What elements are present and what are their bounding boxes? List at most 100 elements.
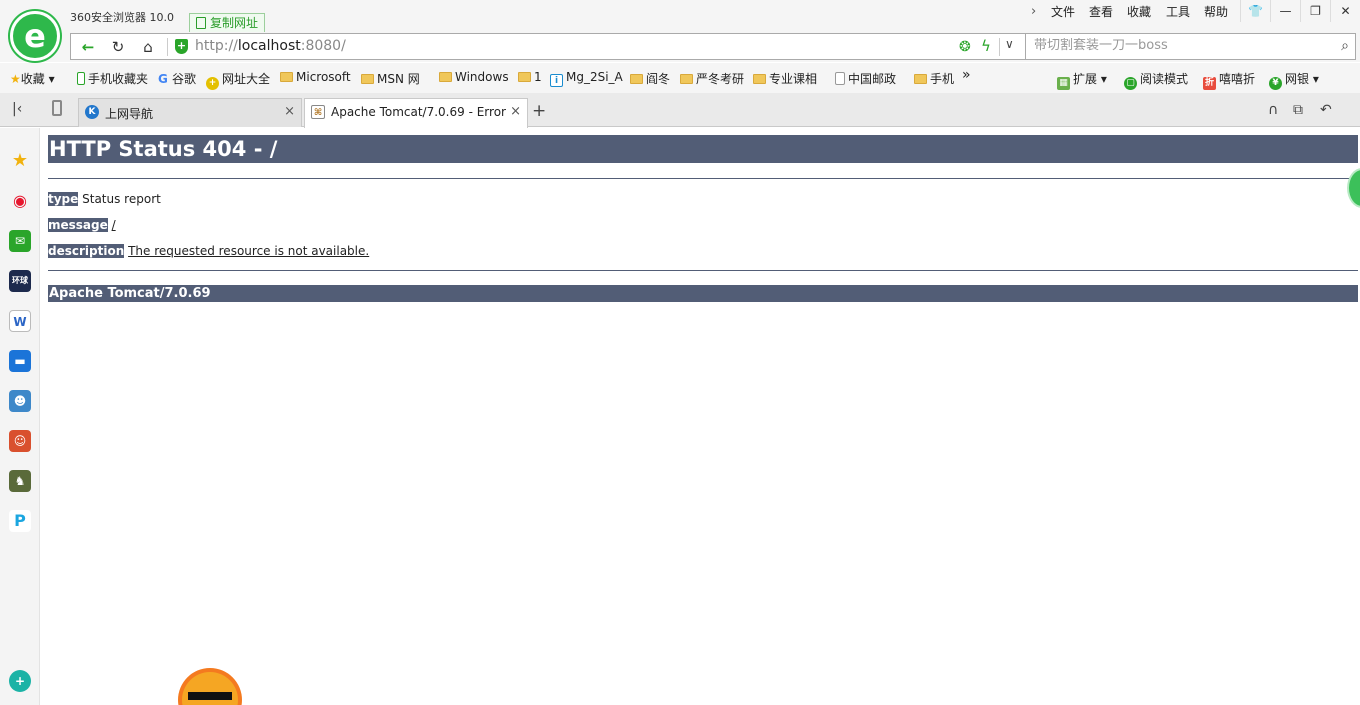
type-row: type Status report bbox=[48, 186, 1358, 212]
word-document-icon[interactable]: W bbox=[9, 310, 31, 332]
navigation-bar: ← ↻ ⌂ + http://localhost:8080/ ❂ ϟ ∨ ⌕ bbox=[0, 32, 1360, 62]
bookmarks-overflow-button[interactable]: » bbox=[962, 67, 971, 83]
menu-help[interactable]: 帮助 bbox=[1204, 3, 1228, 20]
close-button[interactable]: ✕ bbox=[1330, 0, 1360, 22]
copy-url-button[interactable]: 复制网址 bbox=[189, 13, 266, 33]
description-value: The requested resource is not available. bbox=[128, 244, 370, 258]
mobile-icon[interactable] bbox=[52, 100, 62, 116]
mail-icon[interactable]: ✉ bbox=[9, 230, 31, 252]
folder-icon bbox=[680, 74, 693, 84]
bookmark-item[interactable]: G 谷歌 bbox=[158, 70, 196, 87]
bookmark-item[interactable]: + 网址大全 bbox=[206, 70, 270, 90]
discount-button[interactable]: 折嘻嘻折 bbox=[1203, 70, 1255, 90]
page-content: HTTP Status 404 - / type Status report m… bbox=[48, 135, 1358, 302]
home-icon[interactable]: ⌂ bbox=[135, 37, 161, 57]
grid-icon: ▦ bbox=[1057, 77, 1070, 90]
weibo-icon[interactable]: ◉ bbox=[9, 190, 31, 212]
close-icon[interactable]: × bbox=[510, 104, 521, 119]
bookmark-item[interactable]: Windows bbox=[439, 70, 509, 84]
sidebar-toggle-icon[interactable]: |‹ bbox=[12, 101, 22, 117]
back-arrow-icon[interactable]: ← bbox=[75, 37, 101, 57]
bookmark-item[interactable]: 手机 bbox=[914, 70, 954, 87]
close-icon[interactable]: × bbox=[284, 104, 295, 119]
search-box[interactable]: ⌕ bbox=[1026, 33, 1356, 60]
menu-favorites[interactable]: 收藏 bbox=[1127, 3, 1151, 20]
discount-icon: 折 bbox=[1203, 77, 1216, 90]
separator bbox=[167, 38, 168, 56]
game-icon[interactable]: ☺ bbox=[9, 430, 31, 452]
type-value: Status report bbox=[82, 192, 161, 206]
folder-icon bbox=[280, 72, 293, 82]
message-value: / bbox=[111, 218, 116, 232]
server-footer: Apache Tomcat/7.0.69 bbox=[48, 285, 1358, 302]
bookmark-item[interactable]: MSN 网 bbox=[361, 70, 420, 87]
headphones-icon[interactable]: ∩ bbox=[1268, 102, 1278, 118]
bookmark-favorites[interactable]: ★收藏 ▾ bbox=[10, 70, 55, 87]
search-input[interactable] bbox=[1034, 38, 1324, 53]
tomcat-favicon-icon: ⌘ bbox=[311, 105, 325, 119]
separator bbox=[999, 38, 1000, 56]
navigation-icon: + bbox=[206, 77, 219, 90]
add-app-icon[interactable]: + bbox=[9, 670, 31, 692]
search-icon[interactable]: ⌕ bbox=[1341, 38, 1349, 54]
netbank-button[interactable]: ¥ 网银 ▾ bbox=[1269, 70, 1319, 90]
left-sidebar: ★ ◉ ✉ 环球 W ▬ ☻ ☺ ♞ P + bbox=[0, 128, 40, 705]
game-icon[interactable]: ♞ bbox=[9, 470, 31, 492]
favorites-star-icon[interactable]: ★ bbox=[9, 150, 31, 172]
browser-logo-icon[interactable]: e bbox=[10, 11, 60, 61]
page-title: HTTP Status 404 - / bbox=[48, 135, 1358, 163]
bookmark-item[interactable]: Microsoft bbox=[280, 70, 351, 84]
reading-mode-button[interactable]: ▢ 阅读模式 bbox=[1124, 70, 1188, 90]
tab-tomcat-error[interactable]: ⌘ Apache Tomcat/7.0.69 - Error × bbox=[304, 98, 528, 128]
refresh-icon[interactable]: ↻ bbox=[105, 37, 131, 57]
notes-icon[interactable]: ▬ bbox=[9, 350, 31, 372]
skin-icon[interactable]: 👕 bbox=[1240, 0, 1270, 22]
bookmark-item[interactable]: 1 bbox=[518, 70, 542, 84]
bookmark-item[interactable]: 专业课相 bbox=[753, 70, 817, 87]
app-title: 360安全浏览器 10.0 bbox=[70, 11, 174, 24]
minimize-button[interactable]: — bbox=[1270, 0, 1300, 22]
tab-bar: |‹ K 上网导航 × ⌘ Apache Tomcat/7.0.69 - Err… bbox=[0, 93, 1360, 128]
bookmark-item[interactable]: 手机收藏夹 bbox=[77, 70, 148, 87]
bookmark-item[interactable]: 阎冬 bbox=[630, 70, 670, 87]
description-row: description The requested resource is no… bbox=[48, 238, 1358, 264]
lightning-icon[interactable]: ϟ bbox=[981, 37, 991, 55]
divider bbox=[48, 270, 1358, 271]
title-bar: 360安全浏览器 10.0 复制网址 › 文件 查看 收藏 工具 帮助 👕 — … bbox=[0, 0, 1360, 33]
document-icon: i bbox=[550, 74, 563, 87]
game-icon[interactable]: ☻ bbox=[9, 390, 31, 412]
tab-navigation[interactable]: K 上网导航 × bbox=[78, 98, 302, 127]
message-label: message bbox=[48, 218, 108, 232]
chevron-right-icon[interactable]: › bbox=[1031, 4, 1036, 19]
folder-icon bbox=[630, 74, 643, 84]
bookmark-item[interactable]: 严冬考研 bbox=[680, 70, 744, 87]
bookmark-item[interactable]: 中国邮政 bbox=[835, 70, 896, 87]
phone-icon bbox=[77, 72, 85, 85]
news-icon[interactable]: 环球 bbox=[9, 270, 31, 292]
address-bar[interactable]: ← ↻ ⌂ + http://localhost:8080/ ❂ ϟ ∨ bbox=[70, 33, 1026, 60]
type-label: type bbox=[48, 192, 79, 206]
window-switch-icon[interactable]: ⧉ bbox=[1293, 102, 1303, 118]
speed-icon[interactable]: ❂ bbox=[959, 39, 971, 55]
menu-view[interactable]: 查看 bbox=[1089, 3, 1113, 20]
reading-icon: ▢ bbox=[1124, 77, 1137, 90]
description-label: description bbox=[48, 244, 125, 258]
url-text[interactable]: http://localhost:8080/ bbox=[195, 38, 346, 54]
sun-mascot-icon[interactable] bbox=[182, 672, 238, 705]
menu-tools[interactable]: 工具 bbox=[1166, 3, 1190, 20]
folder-icon bbox=[914, 74, 927, 84]
menu-file[interactable]: 文件 bbox=[1051, 3, 1075, 20]
folder-icon bbox=[439, 72, 452, 82]
restore-button[interactable]: ❐ bbox=[1300, 0, 1330, 22]
folder-icon bbox=[361, 74, 374, 84]
chevron-down-icon[interactable]: ∨ bbox=[1005, 37, 1014, 51]
undo-close-icon[interactable]: ↶ bbox=[1320, 102, 1332, 118]
app-icon[interactable]: P bbox=[9, 510, 31, 532]
window-controls: 👕 — ❐ ✕ bbox=[1240, 0, 1360, 22]
navigation-site-icon: K bbox=[85, 105, 99, 119]
bookmark-item[interactable]: i Mg_2Si_A bbox=[550, 70, 623, 87]
new-tab-button[interactable]: + bbox=[532, 101, 546, 121]
extensions-button[interactable]: ▦ 扩展 ▾ bbox=[1057, 70, 1107, 90]
security-shield-icon[interactable]: + bbox=[175, 39, 188, 54]
tab-label: 上网导航 bbox=[105, 107, 154, 121]
